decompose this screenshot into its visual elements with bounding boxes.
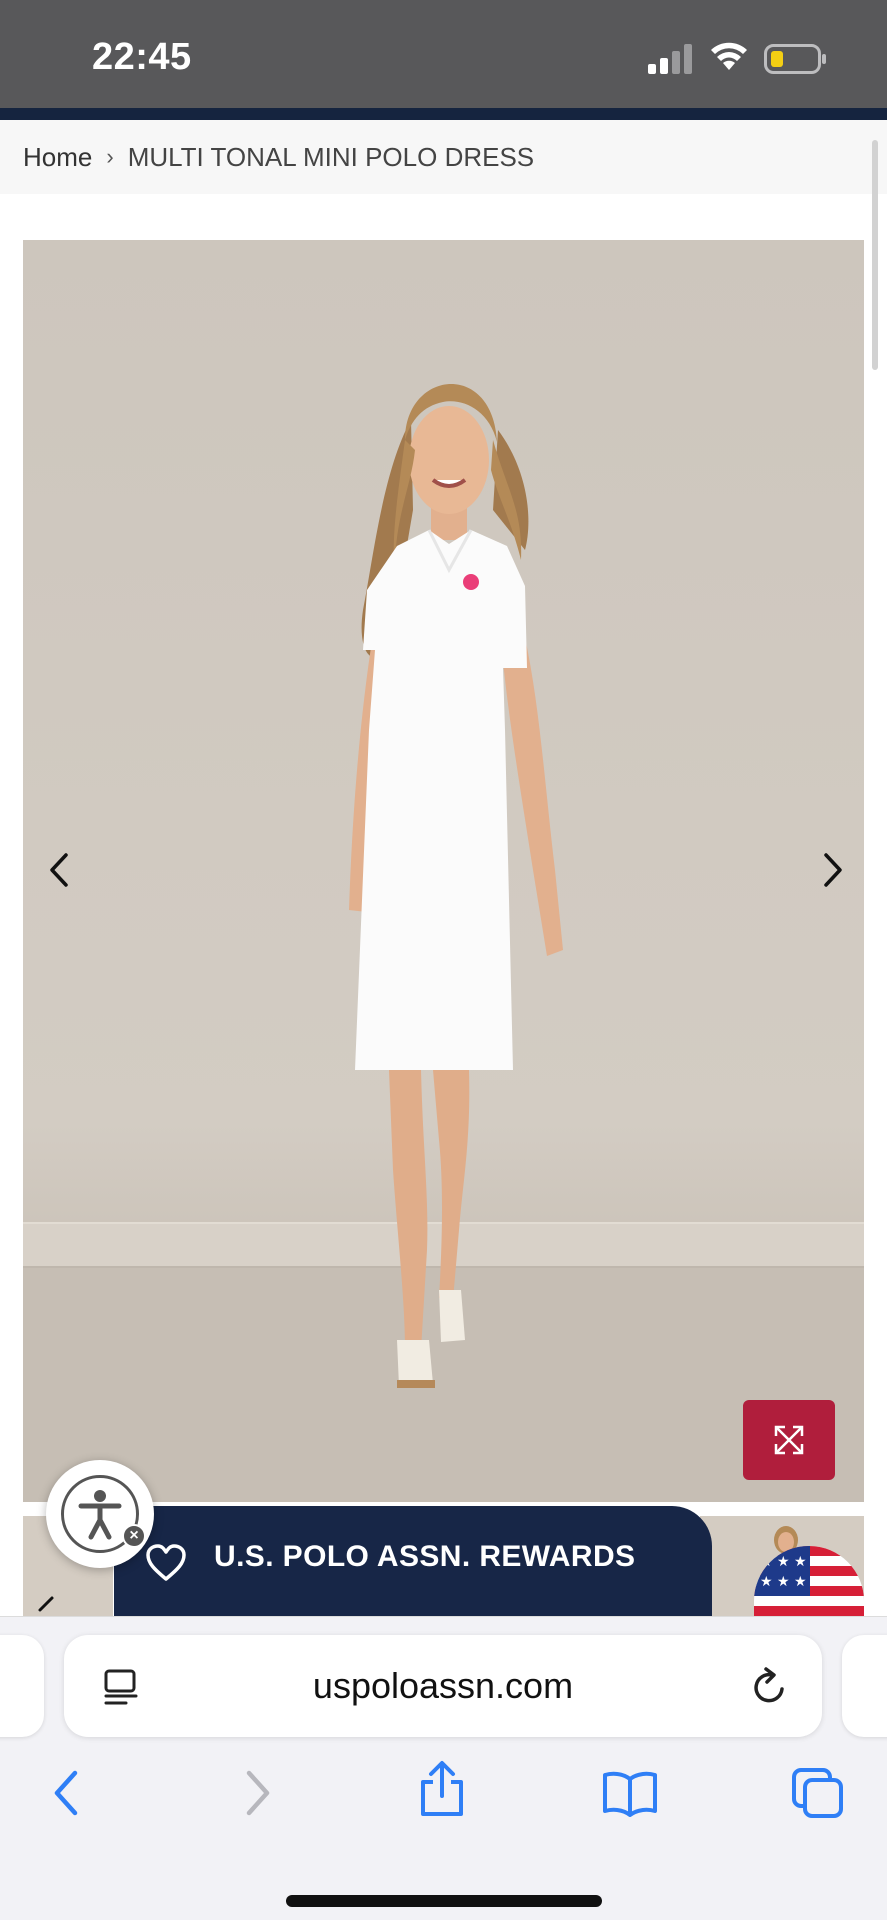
tabs-button[interactable] bbox=[790, 1765, 846, 1821]
page-menu-icon[interactable] bbox=[102, 1668, 140, 1706]
back-icon bbox=[54, 1770, 78, 1816]
url-text: uspoloassn.com bbox=[312, 1665, 574, 1706]
previous-tab-pill[interactable] bbox=[0, 1635, 44, 1737]
accessibility-button[interactable]: × bbox=[46, 1460, 154, 1568]
model-photo bbox=[349, 383, 563, 1388]
accessibility-icon: × bbox=[61, 1475, 146, 1553]
rewards-banner[interactable]: U.S. POLO ASSN. REWARDS bbox=[114, 1506, 712, 1620]
home-indicator bbox=[286, 1895, 602, 1907]
battery-low-icon bbox=[764, 44, 826, 74]
browser-chrome: uspoloassn.com bbox=[0, 1616, 887, 1920]
breadcrumb-home-link[interactable]: Home bbox=[23, 142, 92, 173]
next-tab-pill[interactable] bbox=[842, 1635, 887, 1737]
thumbnail-prev-icon[interactable] bbox=[30, 1594, 60, 1618]
forward-icon bbox=[246, 1770, 270, 1816]
tabs-icon bbox=[792, 1768, 843, 1818]
scrollbar[interactable] bbox=[872, 140, 878, 370]
close-icon[interactable]: × bbox=[122, 1524, 146, 1548]
svg-text:★ ★ ★: ★ ★ ★ bbox=[760, 1574, 807, 1590]
reload-icon[interactable] bbox=[750, 1665, 790, 1707]
wifi-icon bbox=[711, 42, 747, 70]
fullscreen-button[interactable] bbox=[743, 1400, 835, 1480]
status-time: 22:45 bbox=[92, 36, 192, 78]
chevron-left-icon bbox=[50, 853, 68, 887]
address-bar[interactable]: uspoloassn.com bbox=[64, 1635, 822, 1737]
gallery-prev-button[interactable] bbox=[39, 840, 79, 900]
share-icon bbox=[421, 1761, 463, 1816]
chevron-right-icon bbox=[824, 853, 842, 887]
gallery-next-button[interactable] bbox=[813, 840, 853, 900]
product-image[interactable] bbox=[23, 240, 864, 1502]
status-bar: 22:45 bbox=[0, 0, 887, 108]
share-button[interactable] bbox=[414, 1761, 470, 1817]
expand-arrows-icon bbox=[774, 1425, 804, 1455]
heart-outline-icon bbox=[146, 1544, 186, 1581]
header-strip bbox=[0, 108, 887, 120]
forward-button[interactable] bbox=[230, 1765, 286, 1821]
bookmarks-icon bbox=[603, 1771, 657, 1817]
breadcrumb: Home › MULTI TONAL MINI POLO DRESS bbox=[0, 120, 887, 194]
back-button[interactable] bbox=[38, 1765, 94, 1821]
cellular-signal-icon bbox=[648, 44, 692, 74]
breadcrumb-current: MULTI TONAL MINI POLO DRESS bbox=[127, 141, 535, 172]
rewards-label: U.S. POLO ASSN. REWARDS bbox=[214, 1540, 636, 1573]
breadcrumb-separator: › bbox=[106, 144, 114, 169]
bookmarks-button[interactable] bbox=[602, 1765, 658, 1821]
